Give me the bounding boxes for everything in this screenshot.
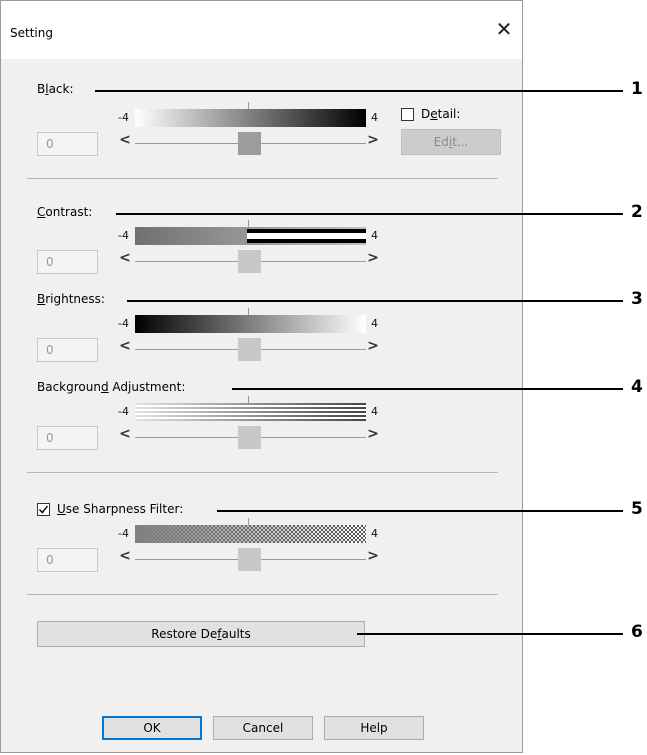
sharpness-slider-thumb[interactable]	[238, 548, 261, 571]
background-gradient-bar	[135, 403, 366, 421]
checkmark-icon	[38, 505, 49, 514]
contrast-increase-button[interactable]: >	[366, 250, 380, 266]
callout-number-1: 1	[631, 79, 643, 99]
black-gradient-bar	[135, 109, 366, 127]
black-max-label: 4	[371, 111, 378, 124]
background-max-label: 4	[371, 405, 378, 418]
black-center-tick	[248, 102, 249, 109]
brightness-decrease-button[interactable]: <	[118, 338, 132, 354]
sharpness-increase-button[interactable]: >	[366, 548, 380, 564]
contrast-gradient-bar	[135, 227, 366, 245]
contrast-min-label: -4	[118, 229, 129, 242]
callout-number-4: 4	[631, 377, 643, 397]
callout-number-6: 6	[631, 622, 643, 642]
brightness-label: Brightness:	[37, 292, 105, 306]
callout-line-4	[232, 388, 623, 390]
brightness-slider-thumb[interactable]	[238, 338, 261, 361]
separator-1	[27, 178, 498, 179]
cancel-button[interactable]: Cancel	[213, 716, 313, 740]
background-adjustment-label: Background Adjustment:	[37, 380, 186, 394]
close-icon[interactable]: ✕	[492, 17, 516, 41]
contrast-value-field[interactable]: 0	[37, 250, 98, 274]
brightness-max-label: 4	[371, 317, 378, 330]
black-min-label: -4	[118, 111, 129, 124]
callout-number-3: 3	[631, 289, 643, 309]
brightness-gradient-bar	[135, 315, 366, 333]
edit-button[interactable]: Edit...	[401, 129, 501, 155]
separator-2	[27, 472, 498, 473]
ok-button[interactable]: OK	[102, 716, 202, 740]
black-slider-thumb[interactable]	[238, 132, 261, 155]
callout-line-2	[116, 213, 623, 215]
sharpness-max-label: 4	[371, 527, 378, 540]
background-value-field[interactable]: 0	[37, 426, 98, 450]
background-min-label: -4	[118, 405, 129, 418]
sharpness-min-label: -4	[118, 527, 129, 540]
sharpness-center-tick	[248, 518, 249, 525]
brightness-min-label: -4	[118, 317, 129, 330]
detail-checkbox[interactable]	[401, 108, 414, 121]
background-decrease-button[interactable]: <	[118, 426, 132, 442]
separator-3	[27, 594, 498, 595]
sharpness-gradient-bar	[135, 525, 366, 543]
black-label: Black:	[37, 82, 74, 96]
title-bar	[1, 1, 522, 59]
background-slider-thumb[interactable]	[238, 426, 261, 449]
brightness-increase-button[interactable]: >	[366, 338, 380, 354]
restore-defaults-button[interactable]: Restore Defaults	[37, 621, 365, 647]
callout-number-5: 5	[631, 499, 643, 519]
contrast-decrease-button[interactable]: <	[118, 250, 132, 266]
sharpness-value-field[interactable]: 0	[37, 548, 98, 572]
sharpness-decrease-button[interactable]: <	[118, 548, 132, 564]
sharpness-label: Use Sharpness Filter:	[57, 502, 184, 516]
black-value-field[interactable]: 0	[37, 132, 98, 156]
black-decrease-button[interactable]: <	[118, 132, 132, 148]
detail-label: Detail:	[421, 107, 461, 121]
black-increase-button[interactable]: >	[366, 132, 380, 148]
help-button[interactable]: Help	[324, 716, 424, 740]
contrast-label: Contrast:	[37, 205, 93, 219]
background-increase-button[interactable]: >	[366, 426, 380, 442]
sharpness-checkbox[interactable]	[37, 503, 50, 516]
dialog-title: Setting	[10, 26, 53, 40]
callout-number-2: 2	[631, 202, 643, 222]
callout-line-5	[217, 510, 623, 512]
contrast-center-tick	[248, 220, 249, 227]
contrast-max-label: 4	[371, 229, 378, 242]
brightness-value-field[interactable]: 0	[37, 338, 98, 362]
callout-line-1	[95, 90, 623, 92]
callout-line-3	[127, 300, 623, 302]
background-center-tick	[248, 396, 249, 403]
contrast-slider-thumb[interactable]	[238, 250, 261, 273]
brightness-center-tick	[248, 308, 249, 315]
callout-line-6	[357, 633, 623, 635]
